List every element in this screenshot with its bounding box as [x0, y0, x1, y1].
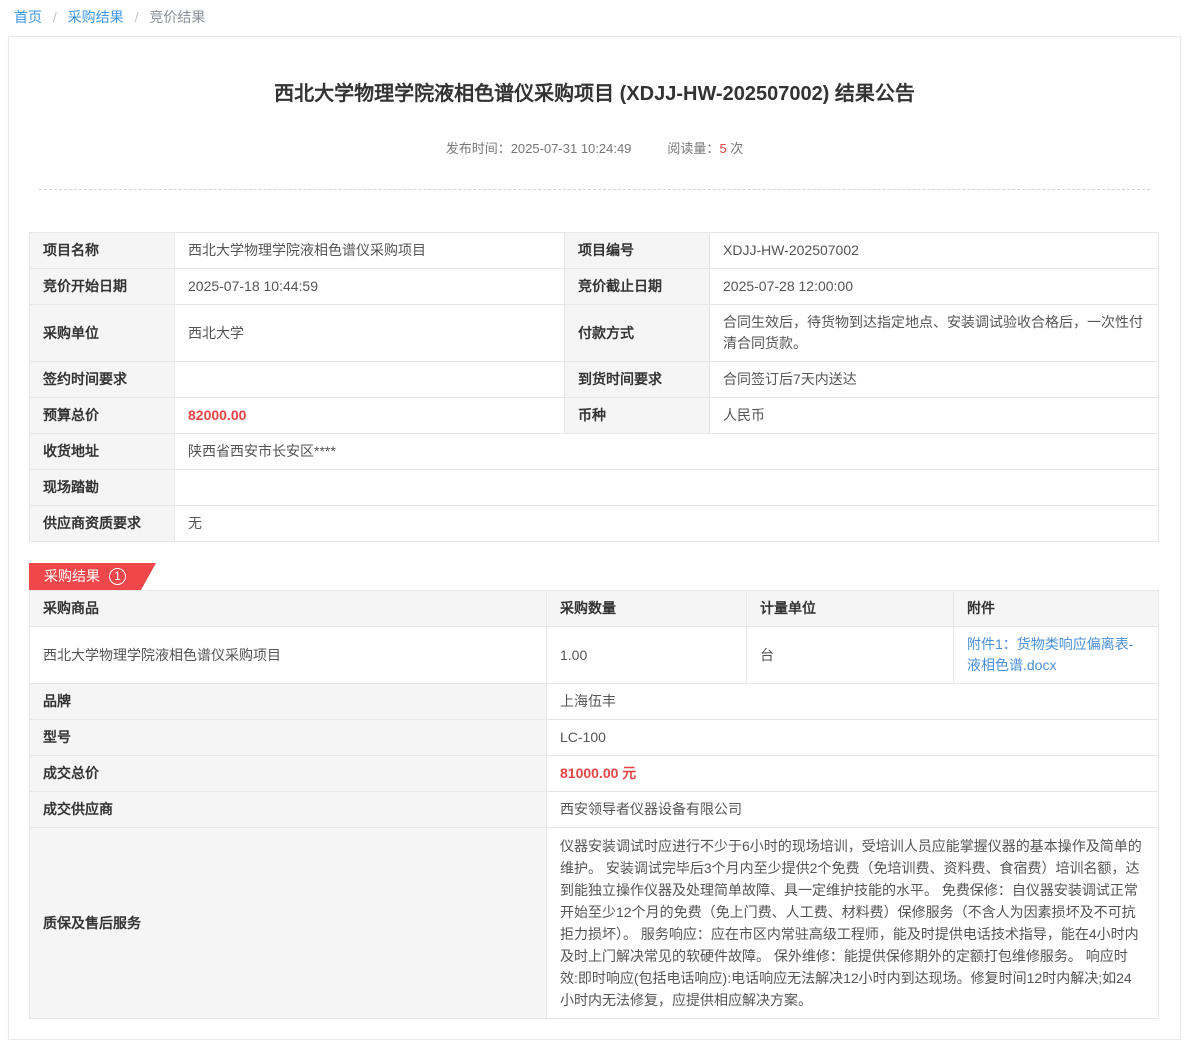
- table-row: 成交总价 81000.00 元: [30, 756, 1159, 792]
- winning-supplier-value: 西安领导者仪器设备有限公司: [547, 792, 1159, 828]
- announcement-header: 西北大学物理学院液相色谱仪采购项目 (XDJJ-HW-202507002) 结果…: [9, 37, 1180, 190]
- project-number-label: 项目编号: [565, 233, 710, 269]
- project-number-value: XDJJ-HW-202507002: [710, 233, 1159, 269]
- product-name-cell: 西北大学物理学院液相色谱仪采购项目: [30, 627, 547, 684]
- signing-time-label: 签约时间要求: [30, 362, 175, 398]
- bid-deadline-value: 2025-07-28 12:00:00: [710, 269, 1159, 305]
- views-unit: 次: [730, 141, 743, 156]
- table-row: 采购单位 西北大学 付款方式 合同生效后，待货物到达指定地点、安装调试验收合格后…: [30, 305, 1159, 362]
- site-survey-value: [175, 470, 1159, 506]
- currency-value: 人民币: [710, 398, 1159, 434]
- publish-info-line: 发布时间：2025-07-31 10:24:49 阅读量：5 次: [39, 138, 1150, 190]
- delivery-address-label: 收货地址: [30, 434, 175, 470]
- breadcrumb-current-page: 竞价结果: [149, 9, 205, 25]
- site-survey-label: 现场踏勘: [30, 470, 175, 506]
- purchase-result-table: 采购商品 采购数量 计量单位 附件 西北大学物理学院液相色谱仪采购项目 1.00…: [29, 590, 1159, 1019]
- purchaser-label: 采购单位: [30, 305, 175, 362]
- breadcrumb-purchase-results-link[interactable]: 采购结果: [68, 9, 124, 25]
- table-header-row: 采购商品 采购数量 计量单位 附件: [30, 591, 1159, 627]
- table-row: 签约时间要求 到货时间要求 合同签订后7天内送达: [30, 362, 1159, 398]
- budget-total-label: 预算总价: [30, 398, 175, 434]
- bid-start-value: 2025-07-18 10:44:59: [175, 269, 565, 305]
- publish-time-value: 2025-07-31 10:24:49: [511, 141, 632, 156]
- tab-purchase-result-label: 采购结果: [44, 566, 100, 586]
- budget-total-value: 82000.00: [175, 398, 565, 434]
- warranty-service-label: 质保及售后服务: [30, 828, 547, 1019]
- quantity-cell: 1.00: [547, 627, 747, 684]
- delivery-time-label: 到货时间要求: [565, 362, 710, 398]
- result-count-badge: 1: [109, 568, 126, 585]
- supplier-qualification-value: 无: [175, 506, 1159, 542]
- purchaser-value: 西北大学: [175, 305, 565, 362]
- table-row: 西北大学物理学院液相色谱仪采购项目 1.00 台 附件1：货物类响应偏离表-液相…: [30, 627, 1159, 684]
- unit-cell: 台: [747, 627, 954, 684]
- model-label: 型号: [30, 720, 547, 756]
- delivery-time-value: 合同签订后7天内送达: [710, 362, 1159, 398]
- table-row: 成交供应商 西安领导者仪器设备有限公司: [30, 792, 1159, 828]
- table-row: 现场踏勘: [30, 470, 1159, 506]
- supplier-qualification-label: 供应商资质要求: [30, 506, 175, 542]
- breadcrumb-separator: /: [135, 9, 139, 25]
- views-label: 阅读量：: [667, 141, 719, 156]
- payment-method-label: 付款方式: [565, 305, 710, 362]
- col-header-quantity: 采购数量: [547, 591, 747, 627]
- breadcrumb-separator: /: [53, 9, 57, 25]
- payment-method-value: 合同生效后，待货物到达指定地点、安装调试验收合格后，一次性付清合同货款。: [710, 305, 1159, 362]
- views-count: 5: [719, 141, 726, 156]
- table-row: 竞价开始日期 2025-07-18 10:44:59 竞价截止日期 2025-0…: [30, 269, 1159, 305]
- attachment-cell: 附件1：货物类响应偏离表-液相色谱.docx: [954, 627, 1159, 684]
- table-row: 供应商资质要求 无: [30, 506, 1159, 542]
- table-row: 质保及售后服务 仪器安装调试时应进行不少于6小时的现场培训，受培训人员应能掌握仪…: [30, 828, 1159, 1019]
- table-row: 项目名称 西北大学物理学院液相色谱仪采购项目 项目编号 XDJJ-HW-2025…: [30, 233, 1159, 269]
- tab-purchase-result: 采购结果 1: [29, 563, 156, 590]
- bid-start-label: 竞价开始日期: [30, 269, 175, 305]
- project-info-table: 项目名称 西北大学物理学院液相色谱仪采购项目 项目编号 XDJJ-HW-2025…: [29, 232, 1159, 542]
- signing-time-value: [175, 362, 565, 398]
- publish-time-label: 发布时间：: [446, 141, 511, 156]
- announcement-card: 西北大学物理学院液相色谱仪采购项目 (XDJJ-HW-202507002) 结果…: [8, 36, 1181, 1040]
- col-header-attachment: 附件: [954, 591, 1159, 627]
- project-name-label: 项目名称: [30, 233, 175, 269]
- table-row: 型号 LC-100: [30, 720, 1159, 756]
- breadcrumb-home-link[interactable]: 首页: [14, 9, 42, 25]
- brand-label: 品牌: [30, 684, 547, 720]
- col-header-product: 采购商品: [30, 591, 547, 627]
- announcement-body: 项目名称 西北大学物理学院液相色谱仪采购项目 项目编号 XDJJ-HW-2025…: [9, 190, 1180, 1039]
- winning-supplier-label: 成交供应商: [30, 792, 547, 828]
- currency-label: 币种: [565, 398, 710, 434]
- col-header-unit: 计量单位: [747, 591, 954, 627]
- project-name-value: 西北大学物理学院液相色谱仪采购项目: [175, 233, 565, 269]
- deal-price-value: 81000.00 元: [547, 756, 1159, 792]
- page-title: 西北大学物理学院液相色谱仪采购项目 (XDJJ-HW-202507002) 结果…: [39, 77, 1150, 106]
- attachment-link[interactable]: 附件1：货物类响应偏离表-液相色谱.docx: [967, 634, 1145, 676]
- bid-deadline-label: 竞价截止日期: [565, 269, 710, 305]
- table-row: 收货地址 陕西省西安市长安区****: [30, 434, 1159, 470]
- warranty-service-value: 仪器安装调试时应进行不少于6小时的现场培训，受培训人员应能掌握仪器的基本操作及简…: [547, 828, 1159, 1019]
- delivery-address-value: 陕西省西安市长安区****: [175, 434, 1159, 470]
- deal-price-label: 成交总价: [30, 756, 547, 792]
- table-row: 预算总价 82000.00 币种 人民币: [30, 398, 1159, 434]
- brand-value: 上海伍丰: [547, 684, 1159, 720]
- model-value: LC-100: [547, 720, 1159, 756]
- table-row: 品牌 上海伍丰: [30, 684, 1159, 720]
- breadcrumb: 首页 / 采购结果 / 竞价结果: [0, 0, 1189, 36]
